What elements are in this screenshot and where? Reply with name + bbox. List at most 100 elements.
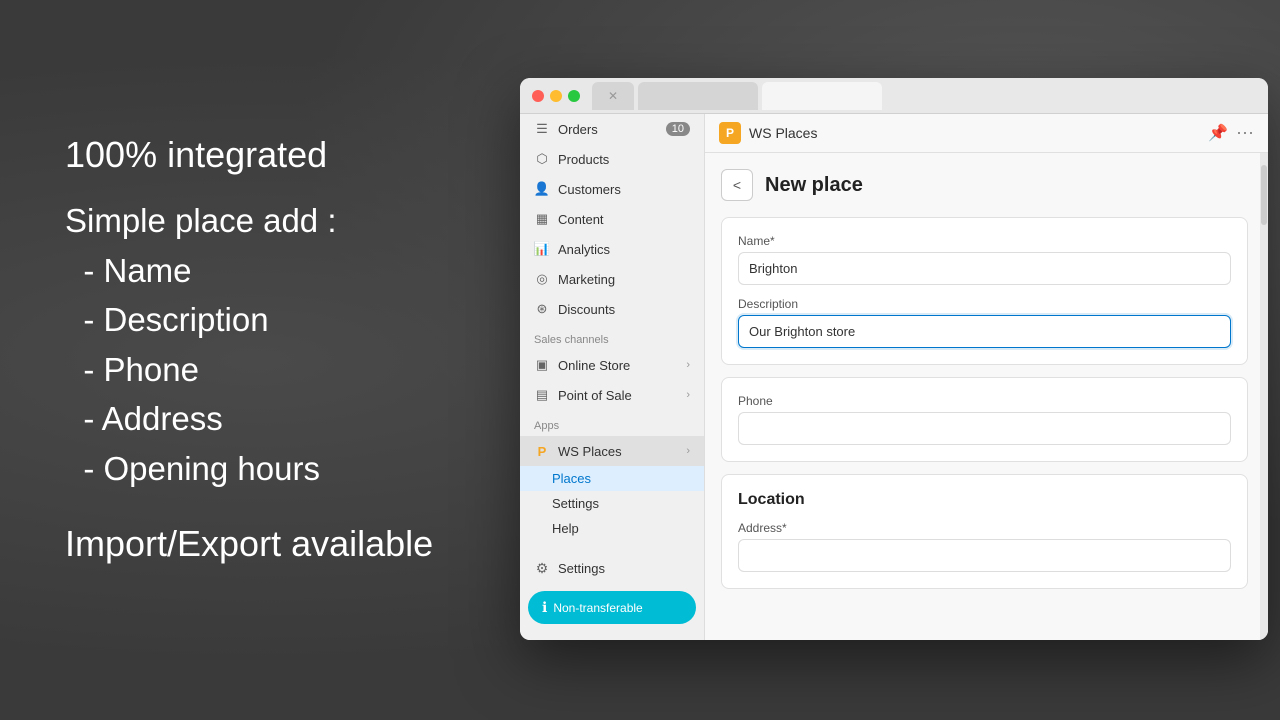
name-input[interactable] [738,252,1231,285]
phone-field: Phone [738,394,1231,445]
analytics-icon: 📊 [534,241,550,257]
app-header: P WS Places 📌 ⋯ [705,114,1268,153]
products-label: Products [558,152,609,167]
pos-label: Point of Sale [558,388,632,403]
location-title: Location [738,491,1231,509]
marketing-label: Marketing [558,272,615,287]
sidebar-item-pos[interactable]: ▤ Point of Sale › [520,380,704,410]
phone-label: Phone [738,394,1231,408]
description-field: Description [738,297,1231,348]
title-bar-tabs: ✕ [592,82,882,110]
back-button[interactable]: < [721,169,753,201]
tab-active[interactable] [762,82,882,110]
apps-label: Apps [520,410,704,436]
sidebar-sub-item-settings[interactable]: Settings [520,491,704,516]
info-icon: ℹ [542,599,547,616]
scrollbar-thumb[interactable] [1261,165,1267,225]
orders-icon [534,121,550,137]
page-header: < New place [721,169,1248,201]
phone-card: Phone [721,377,1248,462]
subline-1: - Name [65,246,433,296]
discounts-icon: ⊛ [534,301,550,317]
content-wrapper: < New place Name* Description [705,153,1268,640]
sidebar-item-orders[interactable]: Orders 10 [520,114,704,144]
customers-icon: 👤 [534,181,550,197]
address-input[interactable] [738,539,1231,572]
non-transferable-button[interactable]: ℹ Non-transferable [528,591,696,624]
sidebar-item-ws-places[interactable]: P WS Places › [520,436,704,466]
sidebar-item-global-settings[interactable]: ⚙ Settings [520,553,704,583]
left-content: 100% integrated Simple place add : - Nam… [65,130,433,565]
name-description-card: Name* Description [721,217,1248,365]
app-name-label: WS Places [749,125,1200,141]
sidebar-item-analytics[interactable]: 📊 Analytics [520,234,704,264]
name-field: Name* [738,234,1231,285]
sidebar-item-products[interactable]: ⬡ Products [520,144,704,174]
subtext: Simple place add : - Name - Description … [65,196,433,493]
subline-4: - Address [65,394,433,444]
app-window: ✕ Orders 10 ⬡ Products 👤 Customers [520,78,1268,640]
products-icon: ⬡ [534,151,550,167]
subline-3: - Phone [65,345,433,395]
discounts-label: Discounts [558,302,615,317]
phone-input[interactable] [738,412,1231,445]
main-panel: P WS Places 📌 ⋯ < New place [705,114,1268,640]
sidebar-item-discounts[interactable]: ⊛ Discounts [520,294,704,324]
maximize-button[interactable] [568,90,580,102]
subline-0: Simple place add : [65,196,433,246]
subline-2: - Description [65,295,433,345]
pin-icon[interactable]: 📌 [1208,123,1228,143]
page-title: New place [765,174,863,197]
pos-icon: ▤ [534,387,550,403]
marketing-icon: ◎ [534,271,550,287]
settings-label: Settings [558,561,605,576]
ws-places-label: WS Places [558,444,622,459]
orders-label: Orders [558,122,598,137]
sidebar-item-customers[interactable]: 👤 Customers [520,174,704,204]
content-label: Content [558,212,604,227]
analytics-label: Analytics [558,242,610,257]
online-store-label: Online Store [558,358,630,373]
places-label: Places [552,471,591,486]
sidebar-item-online-store[interactable]: ▣ Online Store › [520,350,704,380]
minimize-button[interactable] [550,90,562,102]
title-bar: ✕ [520,78,1268,114]
logo-letter: P [726,126,734,140]
sidebar-sub-item-places[interactable]: Places [520,466,704,491]
address-label: Address* [738,521,1231,535]
customers-label: Customers [558,182,621,197]
sales-channels-label: Sales channels [520,324,704,350]
settings-icon: ⚙ [534,560,550,576]
import-export-text: Import/Export available [65,523,433,565]
app-logo: P [719,122,741,144]
online-store-chevron: › [686,359,690,371]
help-label: Help [552,521,579,536]
tab-close-1[interactable]: ✕ [608,89,618,103]
sidebar-item-marketing[interactable]: ◎ Marketing [520,264,704,294]
app-body: Orders 10 ⬡ Products 👤 Customers ▦ Conte… [520,114,1268,640]
name-label: Name* [738,234,1231,248]
description-label: Description [738,297,1231,311]
orders-badge: 10 [666,122,690,136]
sidebar-sub-item-help[interactable]: Help [520,516,704,541]
content-icon: ▦ [534,211,550,227]
ws-places-chevron: › [686,445,690,457]
headline: 100% integrated [65,130,433,180]
address-field: Address* [738,521,1231,572]
ws-places-icon: P [534,443,550,459]
app-settings-label: Settings [552,496,599,511]
tab-inactive-1[interactable]: ✕ [592,82,634,110]
sidebar: Orders 10 ⬡ Products 👤 Customers ▦ Conte… [520,114,705,640]
pos-chevron: › [686,389,690,401]
scrollbar-track[interactable] [1260,153,1268,640]
non-transferable-label: Non-transferable [553,601,642,615]
header-actions: 📌 ⋯ [1208,123,1254,144]
sidebar-item-content[interactable]: ▦ Content [520,204,704,234]
location-card: Location Address* [721,474,1248,589]
content-area: < New place Name* Description [705,153,1268,640]
tab-inactive-2[interactable] [638,82,758,110]
subline-5: - Opening hours [65,444,433,494]
close-button[interactable] [532,90,544,102]
description-input[interactable] [738,315,1231,348]
more-icon[interactable]: ⋯ [1236,123,1254,144]
